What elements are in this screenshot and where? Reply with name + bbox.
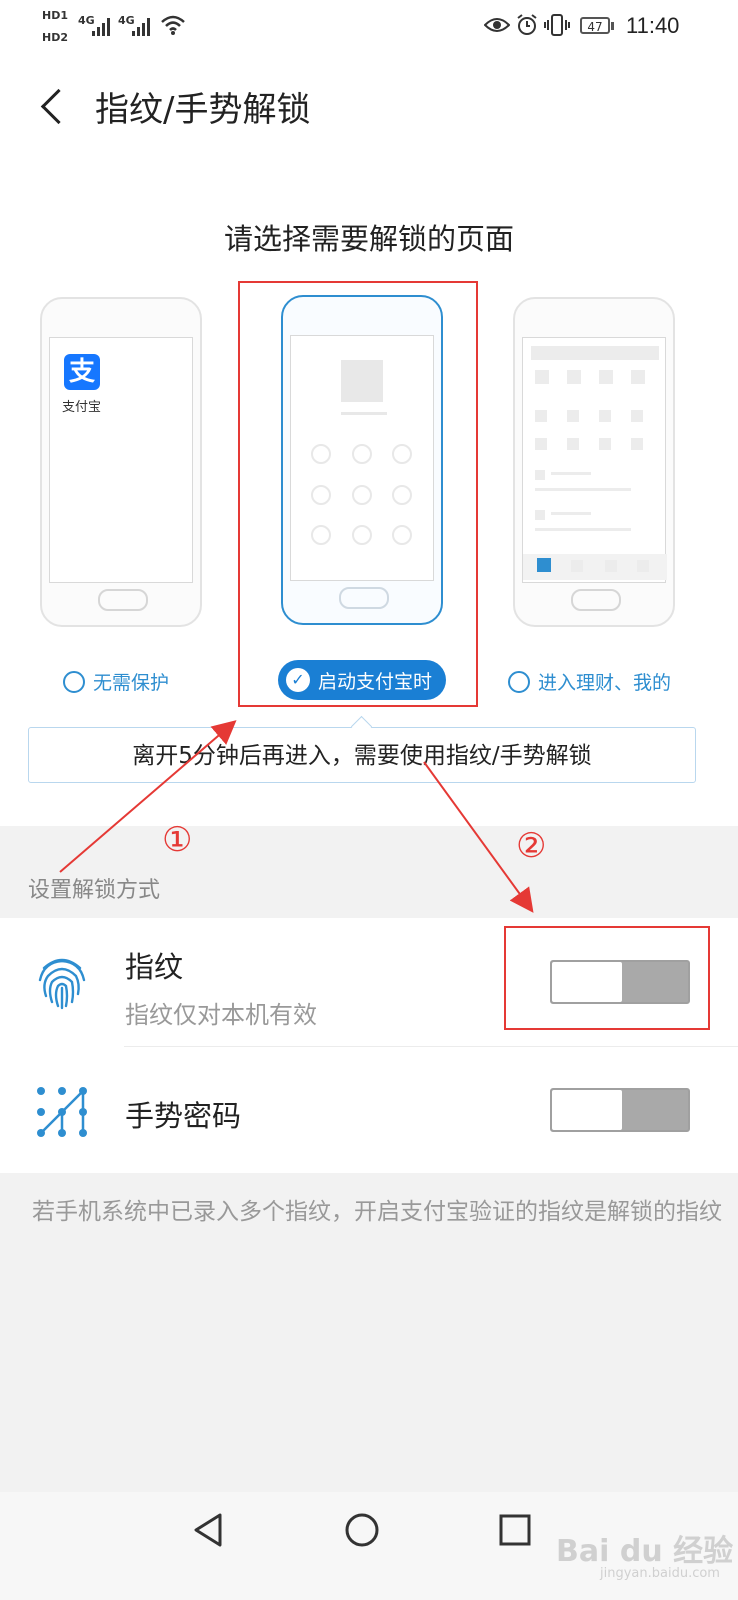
- phone-preview-wealth-me[interactable]: [513, 297, 675, 627]
- phone-preview-no-protection[interactable]: 支 支付宝: [40, 297, 202, 627]
- hd1-badge: HD1: [42, 9, 68, 22]
- back-chevron-icon[interactable]: [40, 88, 77, 125]
- page-title: 指纹/手势解锁: [95, 90, 311, 130]
- alipay-app-name: 支付宝: [62, 400, 102, 415]
- phone-home-button: [98, 589, 148, 611]
- unlock-method-label: 设置解锁方式: [28, 878, 161, 903]
- gesture-toggle[interactable]: [550, 1088, 690, 1132]
- battery-tip: [611, 22, 614, 30]
- hd2-badge: HD2: [42, 31, 68, 44]
- option-wealth-me[interactable]: 进入理财、我的: [508, 668, 671, 695]
- signal-icon: [132, 18, 150, 36]
- nav-recents-icon[interactable]: [498, 1513, 532, 1547]
- radio-unchecked-icon: [63, 670, 85, 693]
- nav-back-icon[interactable]: [190, 1512, 226, 1548]
- clock: 11:40: [626, 13, 680, 38]
- radio-unchecked-icon: [508, 670, 530, 693]
- vibrate-icon: [544, 14, 570, 36]
- baidu-watermark: Bai du 经验: [556, 1534, 734, 1569]
- fingerprint-subtitle: 指纹仅对本机有效: [125, 1001, 317, 1029]
- nav-home-icon[interactable]: [344, 1512, 380, 1548]
- fingerprint-icon: [38, 958, 86, 1010]
- alipay-logo-icon: 支: [64, 354, 100, 390]
- battery-icon: 47: [580, 17, 610, 34]
- phone-screen: [522, 337, 667, 583]
- baidu-watermark-url: jingyan.baidu.com: [600, 1566, 720, 1581]
- signal-icon: [92, 18, 110, 36]
- selector-heading: 请选择需要解锁的页面: [223, 222, 514, 256]
- status-bar: HD1 HD2 4G 4G 47 11:40: [0, 0, 738, 54]
- phone-screen: 支 支付宝: [49, 337, 193, 583]
- option-label: 无需保护: [93, 672, 170, 694]
- eye-icon: [484, 18, 510, 32]
- fingerprint-title: 指纹: [125, 950, 184, 984]
- gesture-pattern-icon: [37, 1087, 87, 1137]
- phone-home-button: [571, 589, 621, 611]
- annotation-box-2: [504, 926, 710, 1030]
- footnote-text: 若手机系统中已录入多个指纹，开启支付宝验证的指纹是解锁的指纹: [32, 1199, 722, 1225]
- option-label: 进入理财、我的: [538, 672, 672, 694]
- alarm-icon: [517, 14, 537, 35]
- annotation-box-1: [238, 281, 478, 707]
- wifi-icon: [161, 15, 185, 35]
- toggle-knob: [552, 1090, 622, 1130]
- annotation-number-1: ①: [162, 820, 193, 860]
- gesture-title: 手势密码: [125, 1099, 242, 1133]
- annotation-number-2: ②: [516, 826, 547, 866]
- option-no-protection[interactable]: 无需保护: [63, 668, 169, 695]
